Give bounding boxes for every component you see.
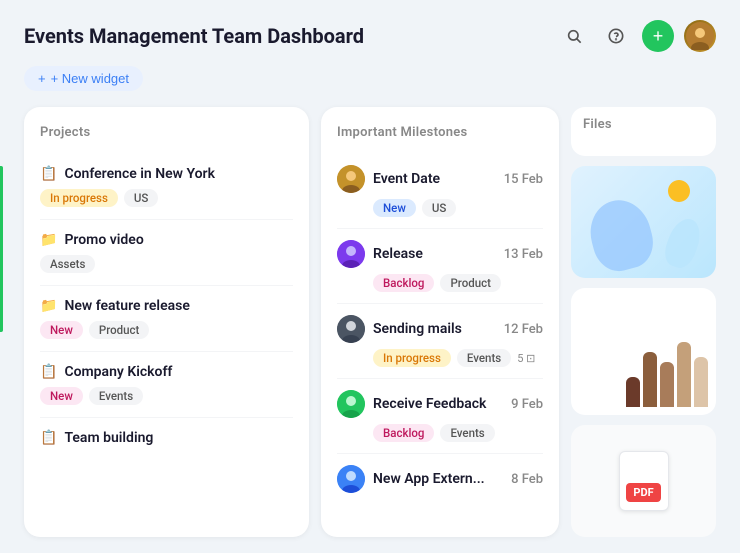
tag: New — [40, 321, 83, 339]
files-title: Files — [583, 117, 704, 132]
tag: Backlog — [373, 424, 434, 442]
tag: New — [40, 387, 83, 405]
tag: Events — [457, 349, 511, 367]
tag: Product — [440, 274, 501, 292]
bar — [626, 377, 640, 407]
project-icon: 📋 — [40, 166, 57, 182]
dashboard: Events Management Team Dashboard + + + N… — [0, 0, 740, 553]
milestone-tags: Backlog Events — [337, 424, 543, 442]
add-button[interactable]: + — [642, 20, 674, 52]
milestone-tags: Backlog Product — [337, 274, 543, 292]
shape-decoration — [583, 193, 659, 276]
tag: Product — [89, 321, 150, 339]
milestone-item: Receive Feedback 9 Feb Backlog Events — [337, 379, 543, 454]
tag: US — [124, 189, 159, 207]
files-column: Files PDF — [571, 107, 716, 537]
project-icon: 📁 — [40, 298, 57, 314]
tag: New — [373, 199, 416, 217]
project-name-text: Company Kickoff — [64, 364, 172, 380]
header: Events Management Team Dashboard + — [24, 20, 716, 52]
project-name-text: Conference in New York — [64, 166, 215, 182]
project-tags: New Events — [40, 387, 293, 405]
tag: Events — [89, 387, 143, 405]
milestones-title: Important Milestones — [337, 125, 543, 140]
shape-decoration-2 — [660, 214, 705, 271]
file-chart-card[interactable] — [571, 288, 716, 416]
milestone-name: Sending mails — [373, 321, 462, 337]
bar — [643, 352, 657, 407]
user-avatar[interactable] — [684, 20, 716, 52]
tag: In progress — [373, 349, 451, 367]
file-pdf-card[interactable]: PDF — [571, 425, 716, 537]
project-item: 📋 Team building — [40, 418, 293, 465]
bar-chart — [626, 327, 708, 407]
project-item: 📋 Company Kickoff New Events — [40, 352, 293, 418]
milestones-card: Important Milestones Event Date 15 Feb N… — [321, 107, 559, 537]
milestone-date: 15 Feb — [504, 172, 543, 187]
project-item: 📋 Conference in New York In progress US — [40, 154, 293, 220]
tag: Events — [440, 424, 494, 442]
left-accent — [0, 166, 3, 332]
milestone-tags: New US — [337, 199, 543, 217]
subtask-count: 5 ⊡ — [517, 352, 535, 365]
pdf-document: PDF — [619, 451, 669, 511]
project-tags: Assets — [40, 255, 293, 273]
milestone-tags: In progress Events 5 ⊡ — [337, 349, 543, 367]
bar — [677, 342, 691, 407]
tag: US — [422, 199, 457, 217]
bar — [694, 357, 708, 407]
columns: Projects 📋 Conference in New York In pro… — [24, 107, 716, 537]
milestone-avatar — [337, 165, 365, 193]
search-button[interactable] — [558, 20, 590, 52]
tag: Assets — [40, 255, 95, 273]
new-widget-button[interactable]: + + New widget — [24, 66, 143, 91]
plus-icon: + — [38, 71, 46, 86]
help-button[interactable] — [600, 20, 632, 52]
milestone-item: Release 13 Feb Backlog Product — [337, 229, 543, 304]
project-name-text: Team building — [64, 430, 153, 446]
projects-card: Projects 📋 Conference in New York In pro… — [24, 107, 309, 537]
milestone-item: Event Date 15 Feb New US — [337, 154, 543, 229]
header-actions: + — [558, 20, 716, 52]
milestone-date: 12 Feb — [504, 322, 543, 337]
project-tags: In progress US — [40, 189, 293, 207]
milestone-avatar — [337, 240, 365, 268]
tag: Backlog — [373, 274, 434, 292]
milestone-item: New App Extern... 8 Feb — [337, 454, 543, 510]
project-tags: New Product — [40, 321, 293, 339]
project-icon: 📋 — [40, 430, 57, 446]
milestone-name: New App Extern... — [373, 471, 485, 487]
page-title: Events Management Team Dashboard — [24, 24, 364, 48]
project-name-text: New feature release — [64, 298, 189, 314]
milestone-name: Release — [373, 246, 423, 262]
milestone-item: Sending mails 12 Feb In progress Events … — [337, 304, 543, 379]
milestone-avatar — [337, 390, 365, 418]
project-name-text: Promo video — [64, 232, 143, 248]
pdf-label: PDF — [626, 483, 660, 502]
bar — [660, 362, 674, 407]
tag: In progress — [40, 189, 118, 207]
projects-title: Projects — [40, 125, 293, 140]
milestone-avatar — [337, 465, 365, 493]
milestone-avatar — [337, 315, 365, 343]
project-icon: 📋 — [40, 364, 57, 380]
project-icon: 📁 — [40, 232, 57, 248]
new-widget-label: + New widget — [51, 71, 129, 86]
file-image-card[interactable] — [571, 166, 716, 278]
milestone-date: 9 Feb — [511, 397, 543, 412]
project-item: 📁 New feature release New Product — [40, 286, 293, 352]
sun-decoration — [668, 180, 690, 202]
project-item: 📁 Promo video Assets — [40, 220, 293, 286]
files-card-header: Files — [571, 107, 716, 156]
milestone-date: 8 Feb — [511, 472, 543, 487]
milestone-name: Event Date — [373, 171, 440, 187]
milestone-date: 13 Feb — [504, 247, 543, 262]
milestone-name: Receive Feedback — [373, 396, 486, 412]
